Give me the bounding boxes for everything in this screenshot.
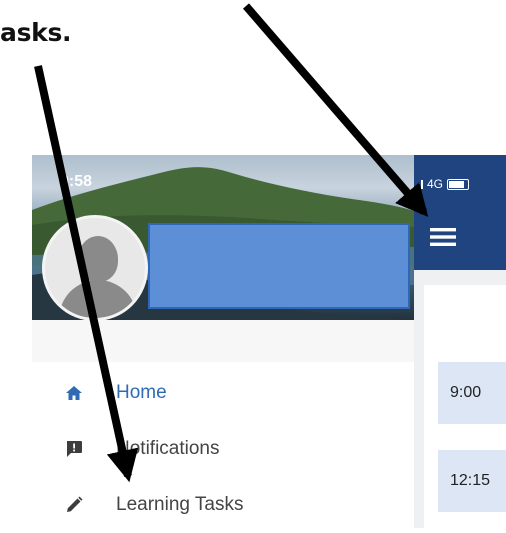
app-header-bar: 4G — [414, 155, 506, 270]
drawer-menu: Home Notifications Learning Tasks — [32, 365, 414, 533]
annotation-caption: asks. — [0, 18, 72, 47]
schedule-slot[interactable]: 9:00 — [438, 362, 506, 424]
drawer-item-learning-tasks[interactable]: Learning Tasks — [32, 477, 414, 533]
drawer-item-notifications[interactable]: Notifications — [32, 421, 414, 477]
drawer-item-label: Notifications — [116, 438, 220, 459]
battery-icon — [447, 178, 470, 190]
app-background-panel: 4G 9:00 12:15 — [414, 155, 506, 528]
pencil-icon — [32, 496, 116, 514]
home-icon — [32, 385, 116, 401]
navigation-drawer: 9:58 Home Notifications Learning Tasks — [32, 155, 414, 528]
drawer-item-label: Learning Tasks — [116, 494, 244, 515]
status-bar-right: 4G — [418, 177, 470, 191]
signal-icon — [418, 179, 423, 189]
notification-icon — [32, 440, 116, 458]
drawer-item-label: Home — [116, 382, 167, 403]
drawer-divider — [32, 320, 414, 362]
avatar[interactable] — [42, 215, 148, 320]
hamburger-menu-icon[interactable] — [430, 227, 456, 252]
redacted-user-name — [148, 223, 410, 309]
network-type: 4G — [427, 177, 444, 191]
status-time: 9:58 — [60, 173, 93, 190]
drawer-item-home[interactable]: Home — [32, 365, 414, 421]
schedule-slot[interactable]: 12:15 — [438, 450, 506, 512]
profile-banner-image: 9:58 — [32, 155, 414, 320]
